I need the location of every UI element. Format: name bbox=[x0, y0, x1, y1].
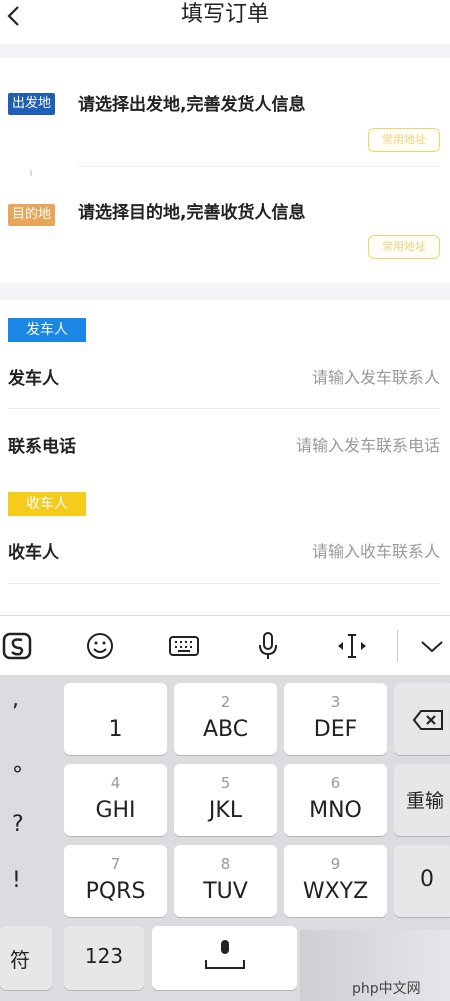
cursor-move-icon[interactable] bbox=[334, 628, 370, 664]
symbol-degree[interactable]: ° bbox=[12, 763, 23, 788]
microphone-icon[interactable] bbox=[250, 628, 286, 664]
top-bar: 填写订单 bbox=[0, 0, 450, 44]
address-divider bbox=[78, 166, 440, 167]
destination-address-prompt[interactable]: 请选择目的地,完善收货人信息 bbox=[78, 198, 305, 223]
watermark-text: php中文网 bbox=[352, 981, 421, 997]
keyboard-icon[interactable] bbox=[166, 628, 202, 664]
destination-badge: 目的地 bbox=[8, 204, 56, 226]
origin-common-address-button[interactable]: 常用地址 bbox=[368, 128, 440, 152]
key-2[interactable]: 2 ABC bbox=[174, 683, 277, 755]
sender-phone-row[interactable]: 联系电话 请输入发车联系电话 bbox=[0, 414, 450, 474]
symbol-question[interactable]: ? bbox=[12, 812, 24, 837]
contact-form: 发车人 发车人 请输入发车联系人 联系电话 请输入发车联系电话 收车人 收车人 … bbox=[0, 300, 450, 615]
page-title: 填写订单 bbox=[180, 2, 269, 27]
route-dots bbox=[30, 170, 32, 176]
chevron-down-icon[interactable] bbox=[414, 628, 450, 664]
receiver-name-input[interactable]: 请输入收车联系人 bbox=[312, 538, 440, 562]
sender-name-label: 发车人 bbox=[8, 369, 59, 389]
row-divider bbox=[8, 408, 440, 409]
symbol-exclamation[interactable]: ! bbox=[12, 868, 21, 893]
address-card: 出发地 请选择出发地,完善发货人信息 常用地址 目的地 请选择目的地,完善收货人… bbox=[0, 58, 450, 283]
emoji-icon[interactable] bbox=[82, 628, 118, 664]
key-9[interactable]: 9 WXYZ bbox=[284, 845, 387, 917]
sender-name-row[interactable]: 发车人 请输入发车联系人 bbox=[0, 346, 450, 406]
key-4[interactable]: 4 GHI bbox=[64, 764, 167, 836]
key-0[interactable]: 0 bbox=[394, 845, 450, 917]
space-key[interactable] bbox=[152, 926, 297, 990]
sender-section-tag: 发车人 bbox=[8, 318, 86, 342]
symbol-key[interactable]: 符 bbox=[0, 926, 52, 990]
reenter-key[interactable]: 重输 bbox=[394, 764, 450, 836]
receiver-name-row[interactable]: 收车人 请输入收车联系人 bbox=[0, 520, 450, 580]
num123-key[interactable]: 123 bbox=[64, 926, 144, 990]
backspace-icon bbox=[412, 710, 443, 730]
destination-common-address-button[interactable]: 常用地址 bbox=[368, 235, 440, 259]
toolbar-separator bbox=[397, 630, 398, 662]
receiver-section-tag: 收车人 bbox=[8, 492, 86, 516]
origin-address-prompt[interactable]: 请选择出发地,完善发货人信息 bbox=[78, 90, 305, 115]
row-divider bbox=[8, 583, 440, 584]
keyboard-toolbar bbox=[0, 615, 450, 676]
key-1[interactable]: 1 bbox=[64, 683, 167, 755]
symbol-comma[interactable]: , bbox=[12, 687, 19, 712]
key-6[interactable]: 6 MNO bbox=[284, 764, 387, 836]
sender-name-input[interactable]: 请输入发车联系人 bbox=[312, 364, 440, 388]
sender-phone-label: 联系电话 bbox=[8, 437, 76, 457]
origin-badge: 出发地 bbox=[8, 93, 56, 115]
sogou-logo-icon[interactable] bbox=[0, 628, 36, 664]
sender-phone-input[interactable]: 请输入发车联系电话 bbox=[296, 432, 440, 456]
backspace-key[interactable] bbox=[394, 683, 450, 755]
key-7[interactable]: 7 PQRS bbox=[64, 845, 167, 917]
key-8[interactable]: 8 TUV bbox=[174, 845, 277, 917]
key-5[interactable]: 5 JKL bbox=[174, 764, 277, 836]
space-mic-icon bbox=[205, 940, 245, 969]
receiver-name-label: 收车人 bbox=[8, 543, 59, 563]
key-3[interactable]: 3 DEF bbox=[284, 683, 387, 755]
